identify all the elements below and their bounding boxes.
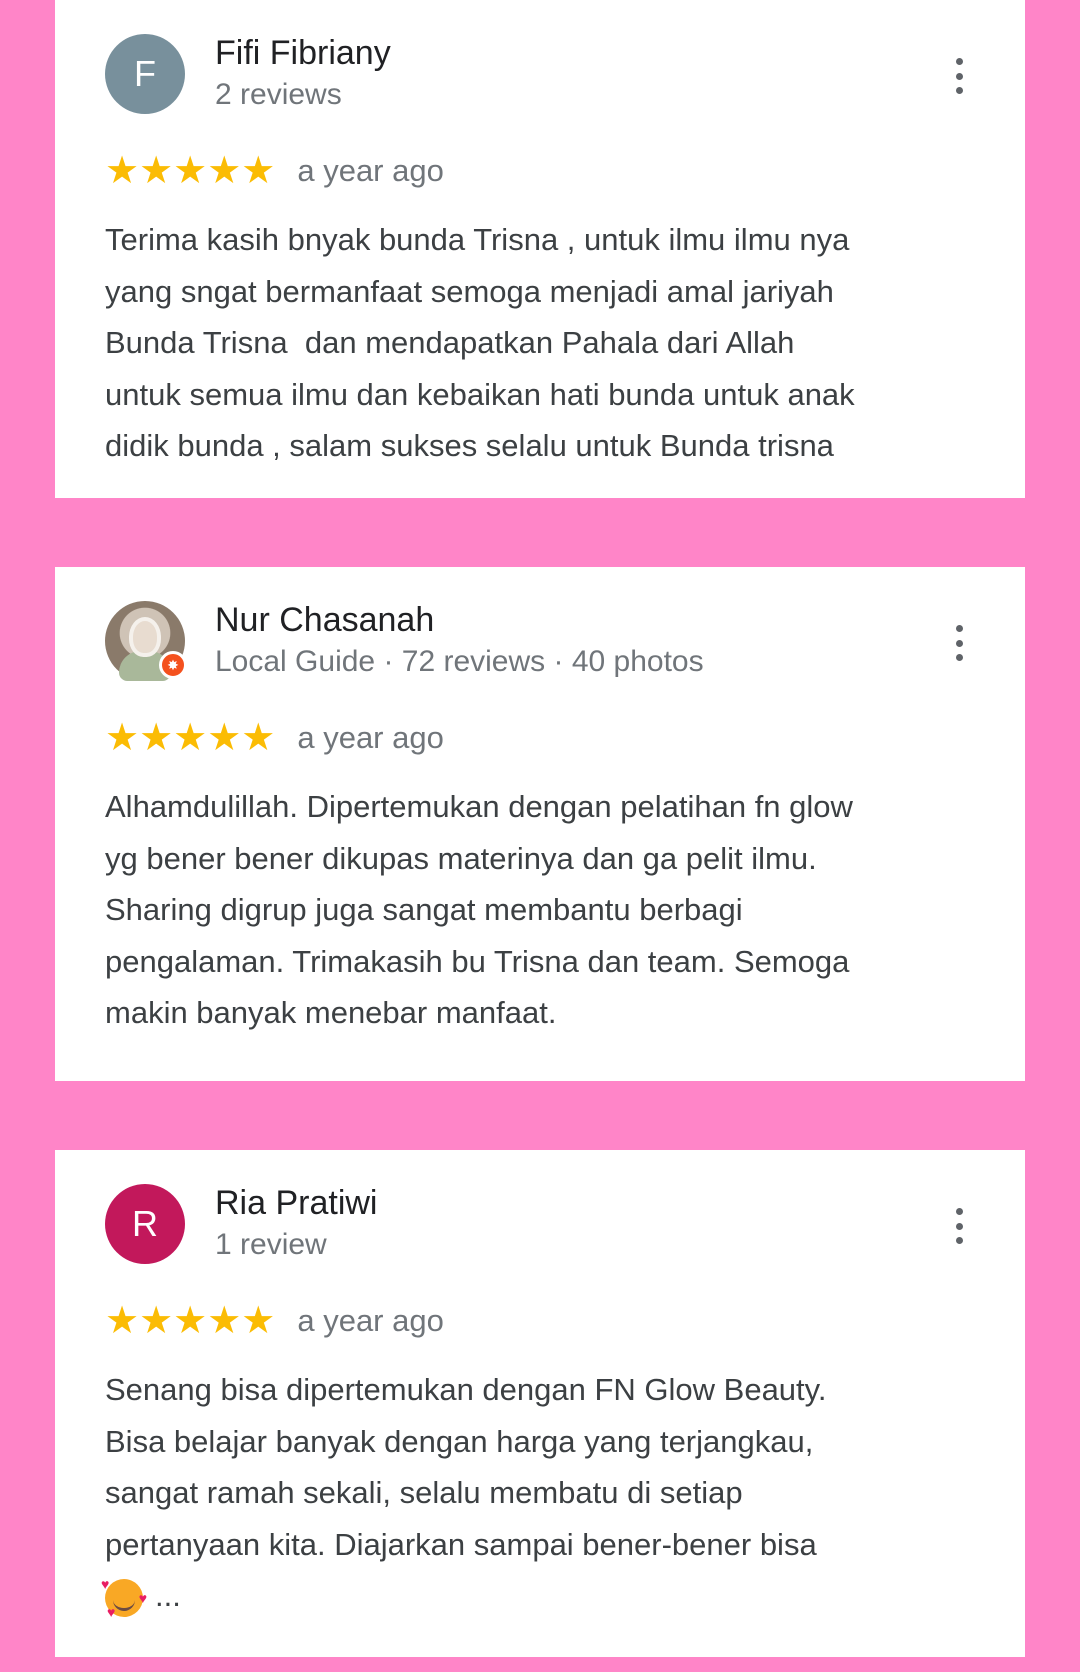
avatar-initial: F (134, 53, 156, 94)
more-options-button[interactable] (953, 625, 965, 661)
more-options-button[interactable] (953, 1208, 965, 1244)
review-text: Terima kasih bnyak bunda Trisna , untuk … (105, 222, 855, 463)
more-vert-icon (955, 1208, 963, 1215)
more-ellipsis[interactable]: ... (155, 1578, 181, 1613)
reviewer-name[interactable]: Nur Chasanah (215, 601, 434, 640)
review-time: a year ago (297, 1303, 444, 1338)
review-text: Alhamdulillah. Dipertemukan dengan pelat… (105, 789, 853, 1030)
star-rating: ★★★★★ (105, 1300, 276, 1342)
review-time: a year ago (297, 153, 444, 188)
review-text-body: Senang bisa dipertemukan dengan FN Glow … (105, 1372, 827, 1562)
more-vert-icon (955, 58, 963, 65)
reviewer-name[interactable]: Fifi Fibriany (215, 34, 391, 73)
review-text: Senang bisa dipertemukan dengan FN Glow … (101, 1364, 975, 1622)
smiling-face-with-hearts-emoji: ♥ ♥ ♥ (101, 1575, 147, 1620)
reviewer-meta: Local Guide · 72 reviews · 40 photos (215, 645, 704, 678)
avatar-photo-face (129, 617, 161, 657)
reviewer-meta: 1 review (215, 1228, 327, 1261)
review-time: a year ago (297, 720, 444, 755)
review-card: R Ria Pratiwi 1 review ★★★★★ a year ago … (55, 1150, 1025, 1657)
avatar-initial: R (132, 1203, 158, 1244)
review-card: ✸ Nur Chasanah Local Guide · 72 reviews … (55, 567, 1025, 1081)
more-options-button[interactable] (953, 58, 965, 94)
avatar[interactable]: F (105, 34, 185, 114)
avatar[interactable]: R (105, 1184, 185, 1264)
avatar[interactable]: ✸ (105, 601, 187, 681)
rating-row: ★★★★★ a year ago (105, 719, 444, 757)
reviewer-meta: 2 reviews (215, 78, 342, 111)
rating-row: ★★★★★ a year ago (105, 152, 444, 190)
reviewer-name[interactable]: Ria Pratiwi (215, 1184, 377, 1223)
local-guide-badge-icon: ✸ (159, 651, 187, 679)
star-rating: ★★★★★ (105, 150, 276, 192)
review-card: F Fifi Fibriany 2 reviews ★★★★★ a year a… (55, 0, 1025, 498)
more-vert-icon (955, 625, 963, 632)
rating-row: ★★★★★ a year ago (105, 1302, 444, 1340)
star-rating: ★★★★★ (105, 717, 276, 759)
